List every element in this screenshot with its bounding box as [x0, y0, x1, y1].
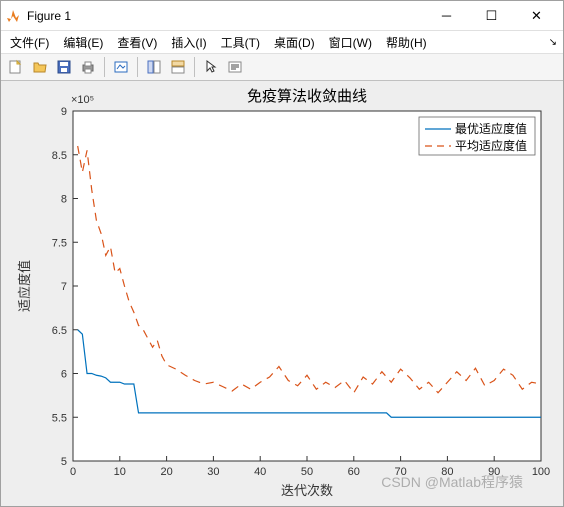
svg-text:60: 60 — [348, 466, 360, 478]
svg-text:6: 6 — [61, 369, 67, 381]
svg-text:8.5: 8.5 — [52, 150, 67, 162]
svg-text:10: 10 — [114, 466, 126, 478]
print-button[interactable] — [77, 56, 99, 78]
figure-window: Figure 1 ─ ☐ ✕ 文件(F) 编辑(E) 查看(V) 插入(I) 工… — [0, 0, 564, 507]
menu-edit[interactable]: 编辑(E) — [56, 32, 110, 53]
svg-text:30: 30 — [207, 466, 219, 478]
svg-text:5: 5 — [61, 456, 67, 468]
svg-text:50: 50 — [301, 466, 313, 478]
svg-text:100: 100 — [532, 466, 550, 478]
menubar: 文件(F) 编辑(E) 查看(V) 插入(I) 工具(T) 桌面(D) 窗口(W… — [1, 31, 563, 53]
titlebar[interactable]: Figure 1 ─ ☐ ✕ — [1, 1, 563, 31]
svg-text:7: 7 — [61, 281, 67, 293]
svg-text:平均适应度值: 平均适应度值 — [455, 138, 527, 153]
maximize-button[interactable]: ☐ — [469, 2, 514, 30]
svg-text:最优适应度值: 最优适应度值 — [455, 121, 527, 136]
close-button[interactable]: ✕ — [514, 2, 559, 30]
svg-text:40: 40 — [254, 466, 266, 478]
svg-text:6.5: 6.5 — [52, 325, 67, 337]
open-button[interactable] — [29, 56, 51, 78]
svg-text:8: 8 — [61, 194, 67, 206]
svg-text:免疫算法收敛曲线: 免疫算法收敛曲线 — [247, 87, 367, 105]
text-button[interactable] — [224, 56, 246, 78]
window-title: Figure 1 — [27, 9, 424, 23]
matlab-icon — [5, 8, 21, 24]
window-controls: ─ ☐ ✕ — [424, 2, 559, 30]
svg-text:迭代次数: 迭代次数 — [281, 483, 333, 498]
toolbar-separator — [194, 57, 195, 77]
svg-text:20: 20 — [160, 466, 172, 478]
toolbar-separator — [137, 57, 138, 77]
menu-desktop[interactable]: 桌面(D) — [267, 32, 322, 53]
menu-tools[interactable]: 工具(T) — [214, 32, 267, 53]
svg-text:9: 9 — [61, 106, 67, 118]
svg-text:0: 0 — [70, 466, 76, 478]
layout2-button[interactable] — [167, 56, 189, 78]
menu-window[interactable]: 窗口(W) — [322, 32, 379, 53]
menu-help[interactable]: 帮助(H) — [379, 32, 434, 53]
menu-insert[interactable]: 插入(I) — [164, 32, 213, 53]
link-button[interactable] — [110, 56, 132, 78]
svg-text:70: 70 — [394, 466, 406, 478]
chart-svg: 0 10 20 30 40 50 60 70 80 90 100 5 5.5 6 6.5 7 7.5 8 8.5 9 ×… — [1, 81, 563, 506]
new-figure-button[interactable] — [5, 56, 27, 78]
toolbar-separator — [104, 57, 105, 77]
svg-text:80: 80 — [441, 466, 453, 478]
svg-text:×10⁵: ×10⁵ — [71, 94, 94, 106]
minimize-button[interactable]: ─ — [424, 2, 469, 30]
svg-text:90: 90 — [488, 466, 500, 478]
menu-overflow-icon[interactable]: ↘ — [549, 37, 557, 48]
menu-file[interactable]: 文件(F) — [3, 32, 56, 53]
pointer-button[interactable] — [200, 56, 222, 78]
svg-text:7.5: 7.5 — [52, 237, 67, 249]
svg-text:5.5: 5.5 — [52, 412, 67, 424]
toolbar — [1, 53, 563, 81]
layout1-button[interactable] — [143, 56, 165, 78]
save-button[interactable] — [53, 56, 75, 78]
svg-text:适应度值: 适应度值 — [17, 260, 32, 312]
menu-view[interactable]: 查看(V) — [110, 32, 164, 53]
chart-canvas: 0 10 20 30 40 50 60 70 80 90 100 5 5.5 6 6.5 7 7.5 8 8.5 9 ×… — [1, 81, 563, 506]
